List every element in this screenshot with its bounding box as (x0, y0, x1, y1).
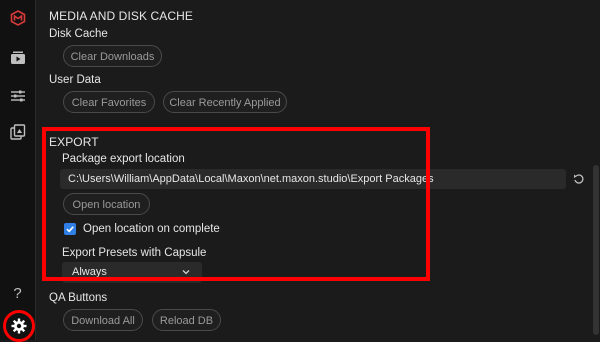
settings-button[interactable] (3, 310, 35, 342)
sliders-icon[interactable] (0, 83, 35, 109)
help-icon[interactable]: ? (0, 280, 35, 306)
clear-favorites-button[interactable]: Clear Favorites (63, 91, 155, 113)
user-data-label: User Data (49, 74, 101, 86)
settings-panel: MEDIA AND DISK CACHE Disk Cache Clear Do… (36, 0, 600, 340)
scrollbar[interactable] (593, 165, 599, 335)
sidebar: ? (0, 0, 36, 342)
media-player-icon[interactable] (0, 45, 35, 71)
help-label: ? (13, 284, 22, 302)
media-cache-title: MEDIA AND DISK CACHE (49, 9, 194, 23)
reset-icon (574, 174, 584, 184)
disk-cache-label: Disk Cache (49, 28, 108, 40)
qa-buttons-title: QA Buttons (49, 292, 108, 304)
download-all-button[interactable]: Download All (63, 309, 143, 331)
reload-db-button[interactable]: Reload DB (152, 309, 221, 331)
library-icon[interactable] (0, 119, 35, 145)
gear-icon (11, 318, 27, 334)
export-highlight-box (42, 127, 430, 281)
clear-downloads-button[interactable]: Clear Downloads (63, 45, 162, 67)
app-logo-icon[interactable] (0, 5, 35, 31)
reset-location-button[interactable] (570, 170, 588, 188)
clear-recently-applied-button[interactable]: Clear Recently Applied (163, 91, 287, 113)
